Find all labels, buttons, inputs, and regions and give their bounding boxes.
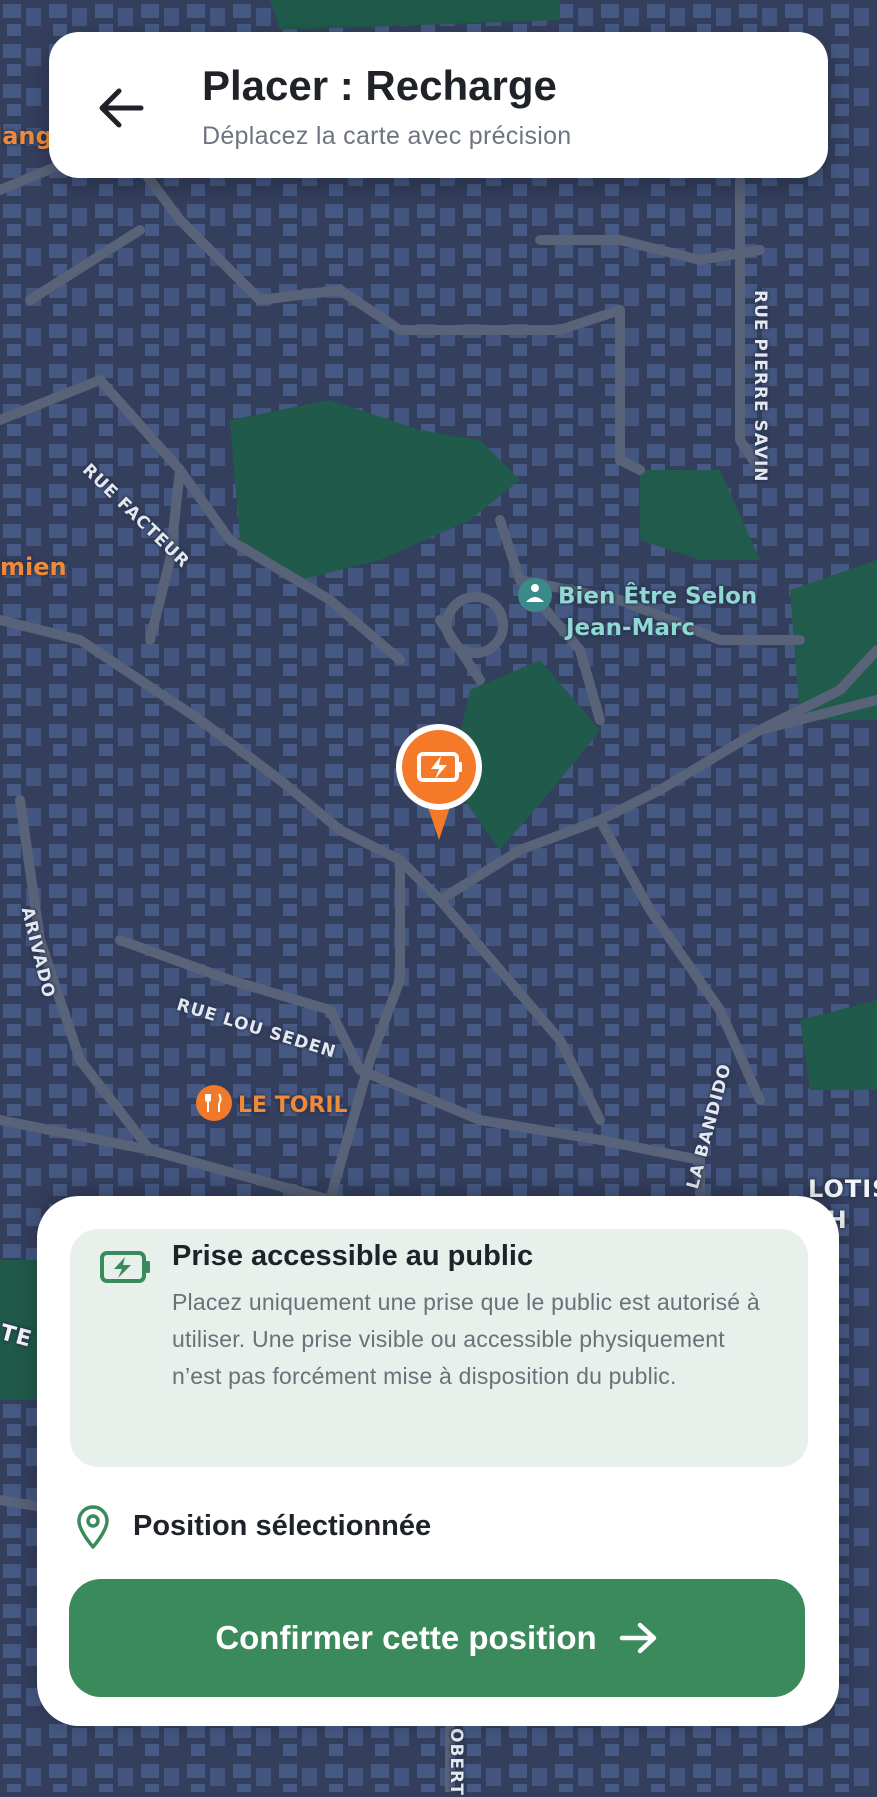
header-card: Placer : Recharge Déplacez la carte avec…	[49, 32, 828, 178]
charging-station-pin[interactable]	[394, 722, 484, 842]
place-label-lang: lang	[0, 122, 53, 150]
arrow-right-icon	[619, 1622, 656, 1654]
poi-name-line-1: Bien Être Selon	[558, 583, 758, 610]
notice-title: Prise accessible au public	[172, 1240, 534, 1272]
street-label-obert: OBERT	[446, 1728, 466, 1796]
poi-name-line-2: Jean-Marc	[566, 615, 695, 641]
location-pin-icon	[77, 1505, 109, 1549]
restaurant-icon	[196, 1085, 232, 1121]
bottom-sheet: Prise accessible au public Placez unique…	[37, 1196, 839, 1726]
charging-station-icon	[396, 724, 482, 840]
confirm-button-label: Confirmer cette position	[215, 1619, 597, 1656]
notice-body: Placez uniquement une prise que le publi…	[172, 1289, 760, 1389]
page-subtitle: Déplacez la carte avec précision	[202, 122, 572, 150]
selected-position-label: Position sélectionnée	[133, 1510, 432, 1542]
battery-charging-icon	[100, 1251, 150, 1283]
place-label-mien: mien	[0, 553, 67, 581]
poi-label-le-toril[interactable]: LE TORIL	[196, 1085, 348, 1124]
back-button[interactable]	[89, 80, 153, 136]
page-title: Placer : Recharge	[202, 62, 557, 109]
meditation-icon	[518, 578, 552, 612]
street-label-rue-pierre-savin: RUE PIERRE SAVIN	[750, 290, 770, 483]
arrow-left-icon	[99, 88, 144, 128]
confirm-position-button[interactable]: Confirmer cette position	[69, 1579, 805, 1697]
poi-name: LE TORIL	[238, 1093, 348, 1118]
place-label-lotis: LOTIS	[808, 1175, 877, 1203]
poi-label-bien-etre[interactable]: Bien Être Selon Jean-Marc	[518, 578, 758, 642]
